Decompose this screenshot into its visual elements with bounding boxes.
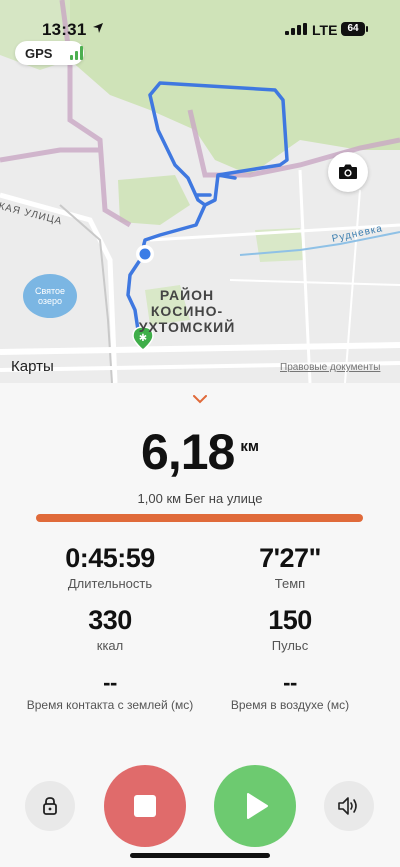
home-indicator — [130, 853, 270, 858]
metric-ground-contact: -- Время контакта с землей (мс) — [10, 670, 210, 712]
workout-controls — [0, 765, 400, 847]
metric-label: Время контакта с землей (мс) — [26, 698, 194, 712]
lock-icon — [43, 797, 57, 815]
resume-button[interactable] — [214, 765, 296, 847]
location-arrow-icon — [93, 23, 103, 33]
metric-calories: 330 ккал — [10, 605, 210, 653]
metric-label: Длительность — [67, 576, 153, 591]
distance-unit: км — [240, 438, 259, 455]
metric-label: Темп — [274, 576, 306, 591]
metric-label: ккал — [96, 638, 124, 653]
camera-button[interactable] — [328, 152, 368, 192]
maps-brand: Карты — [11, 358, 54, 375]
metric-value: 150 — [268, 605, 312, 635]
metric-duration: 0:45:59 Длительность — [10, 543, 210, 591]
cellular-signal-icon — [285, 23, 307, 35]
battery-icon: 64 — [341, 22, 368, 36]
camera-icon — [339, 164, 357, 179]
chevron-down-icon[interactable] — [193, 395, 207, 404]
gps-signal-icon — [70, 46, 83, 60]
metric-label: Время в воздухе (мс) — [230, 698, 350, 712]
metric-value: 0:45:59 — [65, 543, 155, 573]
speaker-icon — [338, 797, 357, 815]
metric-heart-rate: 150 Пульс — [190, 605, 390, 653]
district-label: РАЙОН КОСИНО- УХТОМСКИЙ — [138, 287, 236, 335]
stop-button[interactable] — [104, 765, 186, 847]
workout-subtitle: 1,00 км Бег на улице — [137, 491, 263, 506]
metric-label: Пульс — [271, 638, 309, 653]
distance-display: 6,18 км — [0, 423, 400, 481]
status-bar: 13:31 LTE 64 — [0, 0, 400, 44]
metric-value: -- — [103, 670, 117, 695]
metric-value: -- — [283, 670, 297, 695]
lake-label: Святое озеро — [34, 286, 66, 306]
metric-pace: 7'27" Темп — [190, 543, 390, 591]
distance-value: 6,18 — [141, 424, 235, 480]
lock-button[interactable] — [25, 781, 75, 831]
gps-indicator: GPS — [15, 41, 84, 65]
network-type: LTE — [312, 22, 338, 38]
metric-value: 330 — [88, 605, 132, 635]
sound-button[interactable] — [324, 781, 374, 831]
metric-air-time: -- Время в воздухе (мс) — [190, 670, 390, 712]
metric-value: 7'27" — [259, 543, 321, 573]
gps-label: GPS — [25, 46, 53, 61]
distance-progress-bar — [36, 514, 363, 522]
stop-icon — [134, 795, 156, 817]
clock: 13:31 — [42, 20, 87, 39]
legal-link[interactable]: Правовые документы — [280, 362, 380, 373]
play-icon — [247, 793, 268, 819]
